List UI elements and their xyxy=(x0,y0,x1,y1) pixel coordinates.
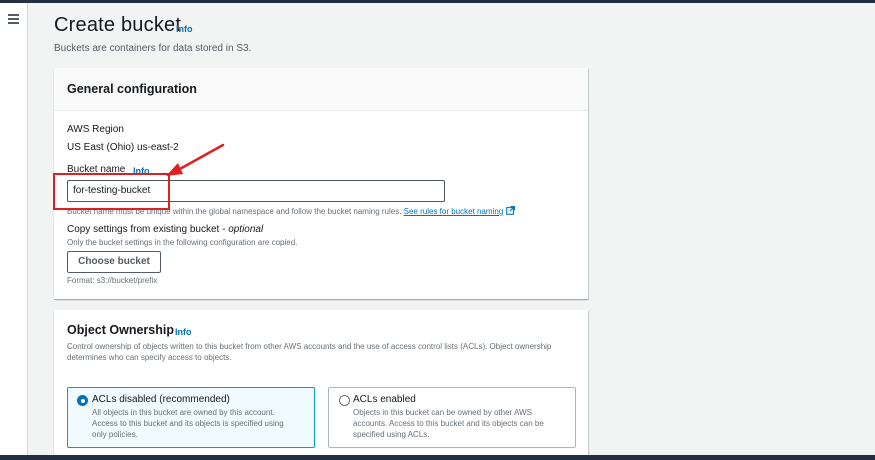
bottom-bar xyxy=(0,455,875,460)
annotation-arrow xyxy=(166,143,225,176)
